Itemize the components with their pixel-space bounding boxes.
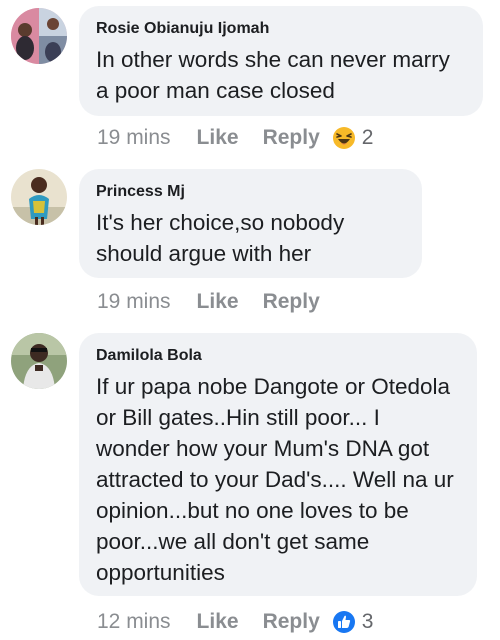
comment-text: In other words she can never marry a poo… <box>96 47 450 103</box>
comment-timestamp[interactable]: 19 mins <box>97 126 171 150</box>
reaction-summary[interactable]: 3 <box>332 610 374 634</box>
comment-text: If ur papa nobe Dangote or Otedola or Bi… <box>96 374 454 585</box>
comment-author[interactable]: Rosie Obianuju Ijomah <box>96 19 465 39</box>
avatar[interactable] <box>11 333 67 389</box>
like-button[interactable]: Like <box>197 610 239 634</box>
comment-author[interactable]: Damilola Bola <box>96 346 459 366</box>
reply-button[interactable]: Reply <box>263 290 320 314</box>
comment-timestamp[interactable]: 12 mins <box>97 610 171 634</box>
comment-actions: 12 mins Like Reply 3 <box>97 607 373 637</box>
comment-timestamp[interactable]: 19 mins <box>97 290 171 314</box>
comment-author[interactable]: Princess Mj <box>96 182 404 202</box>
comment-actions: 19 mins Like Reply <box>97 287 332 317</box>
like-button[interactable]: Like <box>197 290 239 314</box>
like-button[interactable]: Like <box>197 126 239 150</box>
comment-bubble: Princess Mj It's her choice,so nobody sh… <box>79 169 422 278</box>
avatar-photo <box>11 333 67 389</box>
thumbs-up-icon <box>332 610 356 634</box>
reaction-count: 2 <box>361 126 374 149</box>
reply-button[interactable]: Reply <box>263 126 320 150</box>
comment-text: It's her choice,so nobody should argue w… <box>96 210 345 266</box>
reaction-count: 3 <box>361 610 374 633</box>
avatar-photo <box>11 169 67 225</box>
reaction-summary[interactable]: 2 <box>332 126 374 150</box>
comment-bubble: Rosie Obianuju Ijomah In other words she… <box>79 6 483 116</box>
avatar-photo <box>11 8 67 64</box>
comment-bubble: Damilola Bola If ur papa nobe Dangote or… <box>79 333 477 596</box>
avatar[interactable] <box>11 169 67 225</box>
reply-button[interactable]: Reply <box>263 610 320 634</box>
laughing-emoji-icon <box>332 126 356 150</box>
comment-actions: 19 mins Like Reply 2 <box>97 123 373 153</box>
avatar[interactable] <box>11 8 67 64</box>
